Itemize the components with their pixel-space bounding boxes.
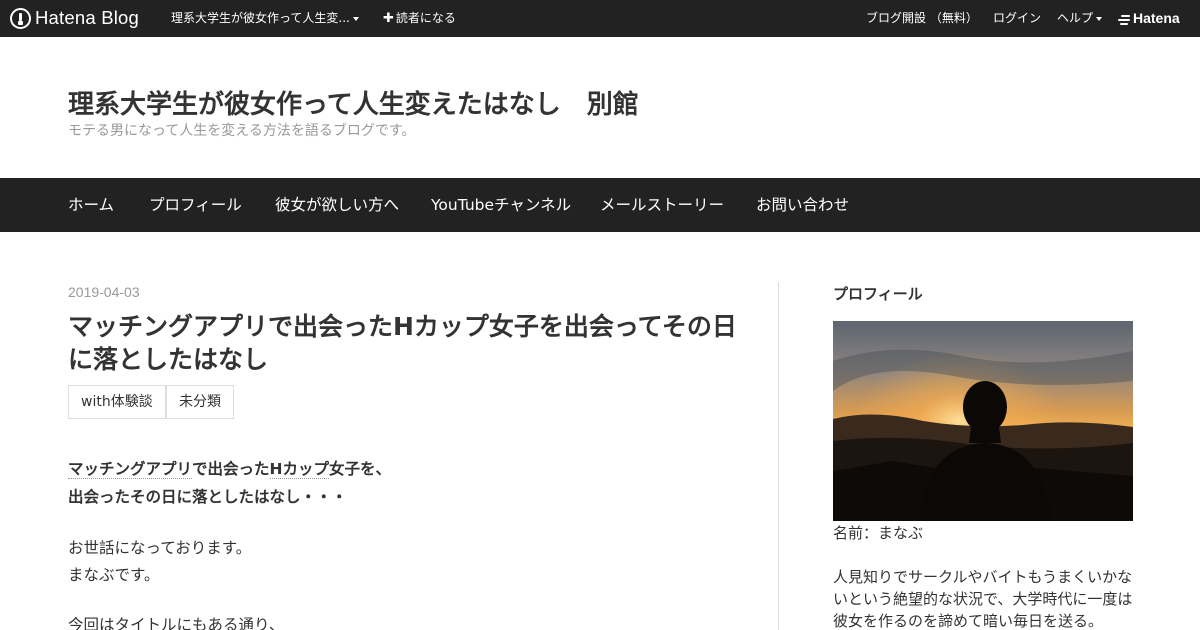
plus-icon: ✚: [383, 11, 394, 26]
login-link[interactable]: ログイン: [993, 0, 1041, 37]
blog-description: モテる男になって人生を変える方法を語るブログです。: [68, 123, 416, 139]
body-text: お世話になっております。: [68, 539, 252, 557]
subscribe-button[interactable]: ✚ 読者になる: [383, 0, 456, 37]
blog-menu-dropdown[interactable]: 理系大学生が彼女作って人生変...: [171, 0, 359, 37]
profile-name: 名前：まなぶ: [833, 524, 924, 542]
entry-title[interactable]: マッチングアプリで出会ったHカップ女子を出会ってその日に落としたはなし: [68, 310, 738, 376]
column-divider: [778, 282, 779, 630]
global-nav: ホーム プロフィール 彼女が欲しい方へ YouTubeチャンネル メールストーリ…: [0, 178, 1200, 232]
blog-menu-label: 理系大学生が彼女作って人生変...: [171, 11, 350, 25]
nav-item-profile[interactable]: プロフィール: [149, 178, 242, 232]
profile-bio-line: 人見知りでサークルやバイトもうまくいかな: [833, 568, 1133, 586]
hatena-logo-link[interactable]: Hatena: [1118, 0, 1180, 37]
subscribe-label: 読者になる: [395, 11, 456, 25]
hatena-blog-logo-text: Hatena Blog: [35, 7, 140, 28]
hatena-logo-text: Hatena: [1133, 10, 1180, 26]
help-label: ヘルプ: [1057, 11, 1094, 25]
start-blog-link[interactable]: ブログ開設 （無料）: [866, 0, 978, 37]
silhouette-sunset-photo: [833, 321, 1133, 521]
nav-item-youtube[interactable]: YouTubeチャンネル: [431, 178, 571, 232]
intro-line: 出会ったその日に落としたはなし・・・: [68, 488, 348, 506]
category-tag[interactable]: with体験談: [68, 385, 166, 419]
hatena-blog-logo[interactable]: Hatena Blog: [10, 6, 139, 30]
profile-bio-line: いという絶望的な状況で、大学時代に一度は: [833, 590, 1133, 608]
nav-item-contact[interactable]: お問い合わせ: [756, 178, 849, 232]
profile-photo: [833, 321, 1133, 521]
sidebar-profile-title: プロフィール: [833, 285, 923, 303]
profile-bio-line: 彼女を作るのを諦めて暗い毎日を送る。: [833, 612, 1104, 630]
chevron-down-icon: [352, 16, 359, 21]
entry-date[interactable]: 2019-04-03: [68, 284, 140, 300]
hatena-blog-logo-icon: [10, 7, 31, 29]
nav-item-home[interactable]: ホーム: [68, 178, 114, 232]
keyword-link[interactable]: マッチングアプリ: [68, 460, 193, 479]
category-tag[interactable]: 未分類: [166, 385, 234, 419]
nav-item-girlfriend[interactable]: 彼女が欲しい方へ: [275, 178, 399, 232]
keyword-link[interactable]: Hカップ: [269, 460, 330, 479]
hatena-global-bar: Hatena Blog 理系大学生が彼女作って人生変... ✚ 読者になる ブログ…: [0, 0, 1200, 37]
nav-item-mail-story[interactable]: メールストーリー: [600, 178, 724, 232]
body-text: 今回はタイトルにもある通り、: [68, 616, 285, 630]
blog-title[interactable]: 理系大学生が彼女作って人生変えたはなし 別館: [68, 84, 639, 121]
hatena-wing-icon: [1118, 14, 1130, 25]
intro-line: マッチングアプリで出会ったHカップ女子を、: [68, 460, 392, 479]
chevron-down-icon: [1096, 16, 1103, 21]
body-text: まなぶです。: [68, 566, 160, 584]
help-dropdown[interactable]: ヘルプ: [1057, 0, 1103, 37]
